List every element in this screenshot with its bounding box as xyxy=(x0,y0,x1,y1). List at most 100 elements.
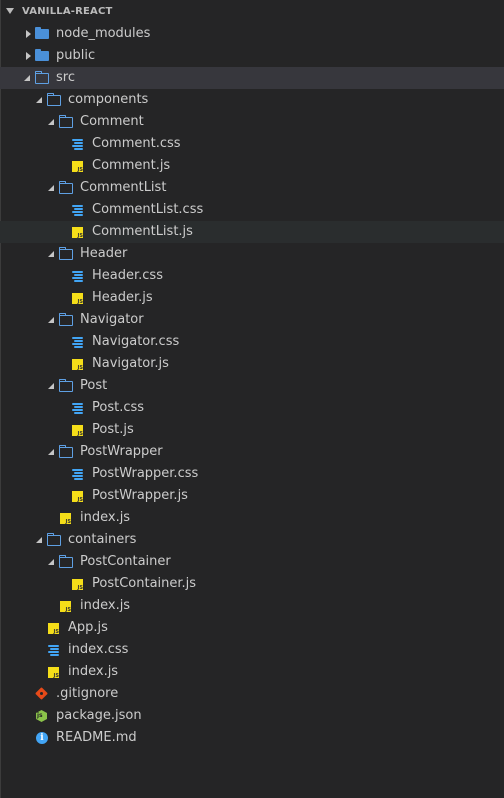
tree-item-label: App.js xyxy=(68,620,108,635)
tree-item-label: PostContainer xyxy=(80,554,171,569)
file-item-package-json[interactable]: package.json xyxy=(0,705,504,727)
chevron-right-icon[interactable] xyxy=(24,52,32,60)
file-item-commentlist-js[interactable]: CommentList.js xyxy=(0,221,504,243)
file-item-postwrapper-js[interactable]: PostWrapper.js xyxy=(0,485,504,507)
js-file-icon xyxy=(72,227,83,239)
tree-item-label: src xyxy=(56,70,75,85)
js-file-icon xyxy=(72,579,83,591)
file-item-navigator-css[interactable]: Navigator.css xyxy=(0,331,504,353)
folder-icon xyxy=(35,49,49,61)
folder-item-node-modules[interactable]: node_modules xyxy=(0,23,504,45)
chevron-right-icon[interactable] xyxy=(24,30,32,38)
js-file-icon xyxy=(60,601,71,613)
chevron-down-icon[interactable] xyxy=(24,74,32,82)
tree-item-label: README.md xyxy=(56,730,137,745)
js-file-icon xyxy=(72,293,83,305)
folder-item-containers[interactable]: containers xyxy=(0,529,504,551)
folder-open-icon xyxy=(47,533,61,546)
file-item-header-js[interactable]: Header.js xyxy=(0,287,504,309)
tree-item-label: Comment.css xyxy=(92,136,181,151)
file-item-comment-css[interactable]: Comment.css xyxy=(0,133,504,155)
folder-open-icon xyxy=(59,313,73,326)
chevron-down-icon[interactable] xyxy=(6,8,14,14)
folder-open-icon xyxy=(59,115,73,128)
js-file-icon xyxy=(72,425,83,437)
file-item-gitignore[interactable]: .gitignore xyxy=(0,683,504,705)
js-file-icon xyxy=(72,161,83,173)
file-item-index-js[interactable]: index.js xyxy=(0,661,504,683)
tree-item-label: CommentList.css xyxy=(92,202,204,217)
js-file-icon xyxy=(48,623,59,635)
tree-item-label: PostWrapper.css xyxy=(92,466,199,481)
file-item-navigator-js[interactable]: Navigator.js xyxy=(0,353,504,375)
js-file-icon xyxy=(72,491,83,503)
file-item-index-css[interactable]: index.css xyxy=(0,639,504,661)
file-item-app-js[interactable]: App.js xyxy=(0,617,504,639)
tree-item-label: index.js xyxy=(80,510,131,525)
css-file-icon xyxy=(72,468,83,480)
js-file-icon xyxy=(60,513,71,525)
tree-item-label: .gitignore xyxy=(56,686,119,701)
file-item-commentlist-css[interactable]: CommentList.css xyxy=(0,199,504,221)
folder-item-comment[interactable]: Comment xyxy=(0,111,504,133)
css-file-icon xyxy=(72,402,83,414)
tree-item-label: package.json xyxy=(56,708,142,723)
folder-item-src[interactable]: src xyxy=(0,67,504,89)
file-item-index-js[interactable]: index.js xyxy=(0,595,504,617)
tree-item-label: index.js xyxy=(80,598,131,613)
folder-open-icon xyxy=(59,555,73,568)
folder-open-icon xyxy=(59,445,73,458)
folder-item-navigator[interactable]: Navigator xyxy=(0,309,504,331)
chevron-down-icon[interactable] xyxy=(48,316,56,324)
explorer-section-header[interactable]: VANILLA-REACT xyxy=(0,0,504,23)
chevron-down-icon[interactable] xyxy=(48,184,56,192)
nodejs-json-icon xyxy=(36,710,47,722)
file-item-postcontainer-js[interactable]: PostContainer.js xyxy=(0,573,504,595)
chevron-down-icon[interactable] xyxy=(48,250,56,258)
tree-item-label: Post.js xyxy=(92,422,134,437)
file-item-postwrapper-css[interactable]: PostWrapper.css xyxy=(0,463,504,485)
css-file-icon xyxy=(72,138,83,150)
file-item-comment-js[interactable]: Comment.js xyxy=(0,155,504,177)
chevron-down-icon[interactable] xyxy=(48,382,56,390)
tree-item-label: PostWrapper.js xyxy=(92,488,188,503)
file-explorer: VANILLA-REACT node_modules public src compo… xyxy=(0,0,504,798)
tree-item-label: components xyxy=(68,92,149,107)
file-item-post-css[interactable]: Post.css xyxy=(0,397,504,419)
tree-item-label: CommentList xyxy=(80,180,167,195)
info-icon xyxy=(36,732,48,744)
tree-item-label: Navigator.js xyxy=(92,356,169,371)
css-file-icon xyxy=(72,270,83,282)
tree-item-label: Header xyxy=(80,246,128,261)
file-item-readme-md[interactable]: README.md xyxy=(0,727,504,749)
chevron-down-icon[interactable] xyxy=(48,448,56,456)
css-file-icon xyxy=(72,204,83,216)
tree-item-label: Post xyxy=(80,378,108,393)
folder-open-icon xyxy=(59,181,73,194)
tree-item-label: Header.css xyxy=(92,268,163,283)
chevron-down-icon[interactable] xyxy=(36,536,44,544)
folder-icon xyxy=(35,27,49,39)
tree-item-label: Header.js xyxy=(92,290,153,305)
folder-item-postwrapper[interactable]: PostWrapper xyxy=(0,441,504,463)
tree-item-label: index.js xyxy=(68,664,119,679)
folder-item-header[interactable]: Header xyxy=(0,243,504,265)
file-item-header-css[interactable]: Header.css xyxy=(0,265,504,287)
folder-item-commentlist[interactable]: CommentList xyxy=(0,177,504,199)
tree-item-label: CommentList.js xyxy=(92,224,193,239)
folder-open-icon xyxy=(35,71,49,84)
project-title: VANILLA-REACT xyxy=(22,6,113,17)
folder-item-postcontainer[interactable]: PostContainer xyxy=(0,551,504,573)
chevron-down-icon[interactable] xyxy=(48,558,56,566)
git-icon xyxy=(36,688,47,699)
file-item-index-js[interactable]: index.js xyxy=(0,507,504,529)
folder-item-post[interactable]: Post xyxy=(0,375,504,397)
js-file-icon xyxy=(48,667,59,679)
folder-item-components[interactable]: components xyxy=(0,89,504,111)
chevron-down-icon[interactable] xyxy=(36,96,44,104)
chevron-down-icon[interactable] xyxy=(48,118,56,126)
file-item-post-js[interactable]: Post.js xyxy=(0,419,504,441)
tree-item-label: Post.css xyxy=(92,400,145,415)
js-file-icon xyxy=(72,359,83,371)
folder-item-public[interactable]: public xyxy=(0,45,504,67)
